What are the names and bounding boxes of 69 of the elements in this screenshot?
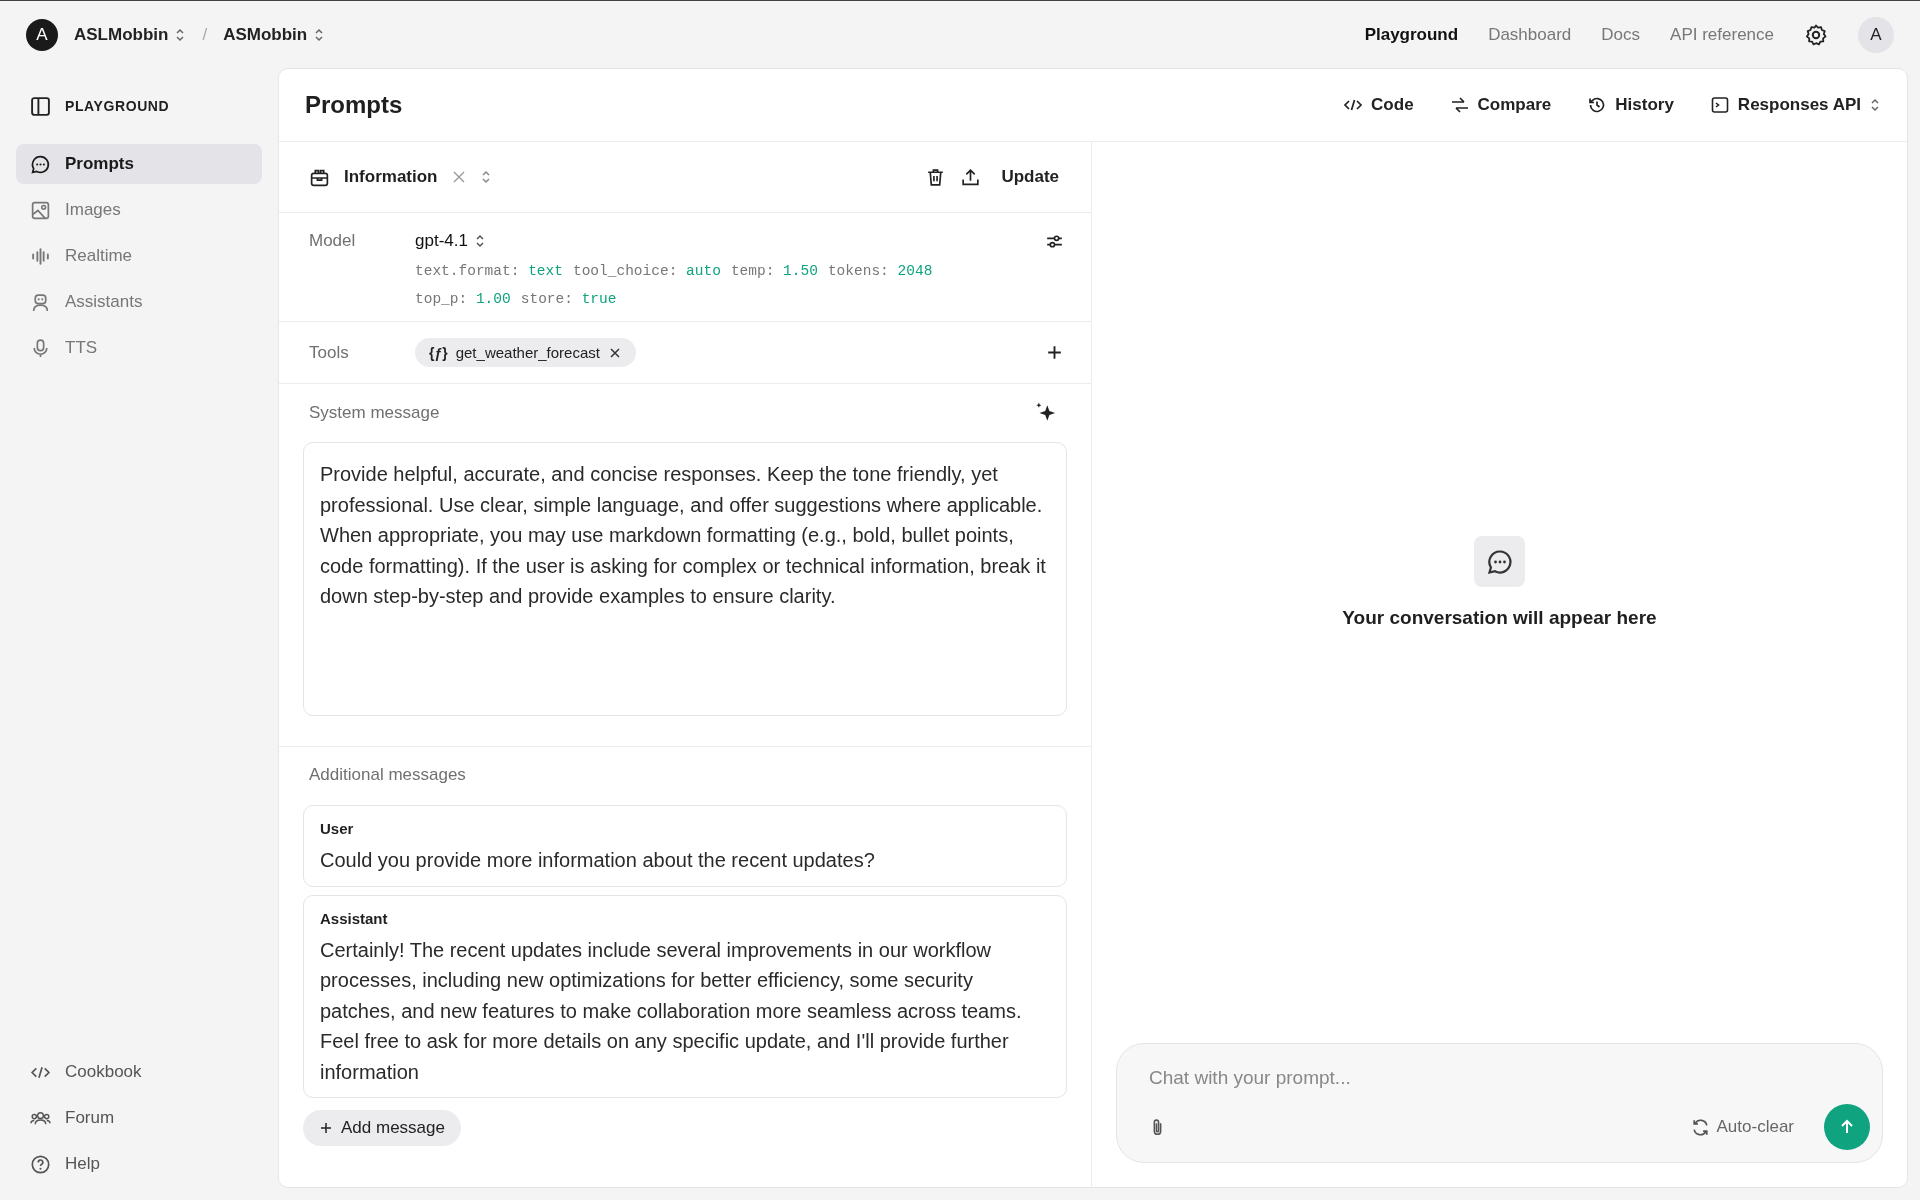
image-icon [30, 199, 51, 221]
sidebar-item[interactable]: Prompts [16, 144, 262, 184]
terminal-icon [1709, 95, 1730, 115]
chevron-updown-icon [473, 233, 486, 249]
chat-composer[interactable]: Chat with your prompt... Auto-clear [1116, 1043, 1883, 1163]
sidebar-item[interactable]: Assistants [16, 282, 262, 322]
remove-icon[interactable] [607, 345, 622, 360]
nav-link[interactable]: Dashboard [1488, 24, 1572, 45]
page-title: Prompts [305, 91, 403, 119]
model-parameter: text.format: text [415, 263, 563, 279]
settings-icon[interactable] [1804, 22, 1828, 47]
chat-bubble-icon [30, 153, 51, 175]
sidebar-title: PLAYGROUND [65, 98, 170, 114]
nav-link[interactable]: Playground [1364, 24, 1459, 45]
chevron-updown-icon [1869, 97, 1881, 113]
update-button[interactable]: Update [995, 167, 1065, 187]
model-label: Model [309, 231, 357, 251]
tools-label: Tools [309, 342, 350, 363]
message-text: Certainly! The recent updates include several improvements in our workflow processes, including new optimizations for better efficiency, some security patches, and new features to make collaboration more seamless across teams. Feel free to ask for more details on any specific update, and I'll provide further information [320, 937, 1023, 1085]
message-card[interactable]: User Could you provide more information about the recent updates? [303, 805, 1067, 887]
chat-bubble-icon [1474, 536, 1525, 587]
toolbar-button[interactable]: Code [1343, 95, 1414, 115]
tool-chip[interactable]: {ƒ} get_weather_forecast [415, 338, 636, 367]
sidebar-link[interactable]: Cookbook [16, 1052, 262, 1092]
model-selector[interactable]: gpt-4.1 [415, 231, 933, 251]
system-message-label: System message [309, 403, 440, 423]
sidebar-toggle-icon[interactable] [30, 95, 51, 117]
toolbar-button[interactable]: History [1587, 95, 1674, 115]
model-parameter: tool_choice: auto [572, 263, 721, 279]
user-avatar[interactable]: A [1858, 16, 1894, 53]
nav-link[interactable]: API reference [1670, 24, 1774, 45]
chevron-updown-icon [174, 26, 187, 43]
model-parameter: store: true [520, 291, 617, 307]
waveform-icon [30, 245, 51, 267]
auto-clear-button[interactable]: Auto-clear [1683, 1115, 1800, 1139]
message-role: User [320, 820, 355, 837]
additional-messages-label: Additional messages [308, 765, 467, 785]
arrows-icon [1449, 95, 1470, 115]
sidebar-link[interactable]: Help [16, 1144, 262, 1184]
chevron-updown-icon[interactable] [479, 169, 492, 185]
model-parameter: temp: 1.50 [730, 263, 818, 279]
chevron-updown-icon [313, 26, 326, 43]
system-message-field[interactable]: Provide helpful, accurate, and concise responses. Keep the tone friendly, yet professional. Use clear, simple language, and offer suggestions where applicable. When appropriate, you may use markdown formatting (e.g., bold, bullet points, code formatting). If the user is asking for complex or technical information, break it down step-by-step and provide examples to ensure clarity. [303, 442, 1067, 716]
sidebar-item[interactable]: Images [16, 190, 262, 230]
add-message-button[interactable]: Add message [303, 1110, 461, 1146]
help-icon [30, 1153, 51, 1175]
org-switcher[interactable]: ASLMobbin [70, 24, 191, 45]
plus-icon [319, 1121, 333, 1135]
message-text: Could you provide more information about the recent updates? [320, 848, 876, 873]
sidebar-link[interactable]: Forum [16, 1098, 262, 1138]
send-button[interactable] [1824, 1104, 1870, 1150]
prompt-name[interactable]: Information [344, 167, 438, 187]
model-parameter: tokens: 2048 [827, 263, 933, 279]
project-switcher[interactable]: ASMobbin [219, 24, 330, 45]
sidebar-item[interactable]: Realtime [16, 236, 262, 276]
empty-state-text: Your conversation will appear here [1342, 607, 1657, 629]
model-parameter: top_p: 1.00 [415, 291, 511, 307]
message-role: Assistant [320, 909, 389, 927]
toolbar-button[interactable]: Responses API [1709, 95, 1881, 115]
sidebar-item[interactable]: TTS [16, 328, 262, 368]
breadcrumb-separator: / [202, 24, 208, 45]
nav-link[interactable]: Docs [1601, 24, 1641, 45]
org-avatar[interactable]: A [26, 18, 58, 51]
microphone-icon [30, 337, 51, 359]
robot-icon [30, 291, 51, 313]
toolbar-button[interactable]: Compare [1449, 95, 1552, 115]
upload-icon[interactable] [960, 166, 982, 188]
message-card[interactable] [303, 894, 1067, 1098]
close-icon[interactable] [451, 170, 466, 184]
